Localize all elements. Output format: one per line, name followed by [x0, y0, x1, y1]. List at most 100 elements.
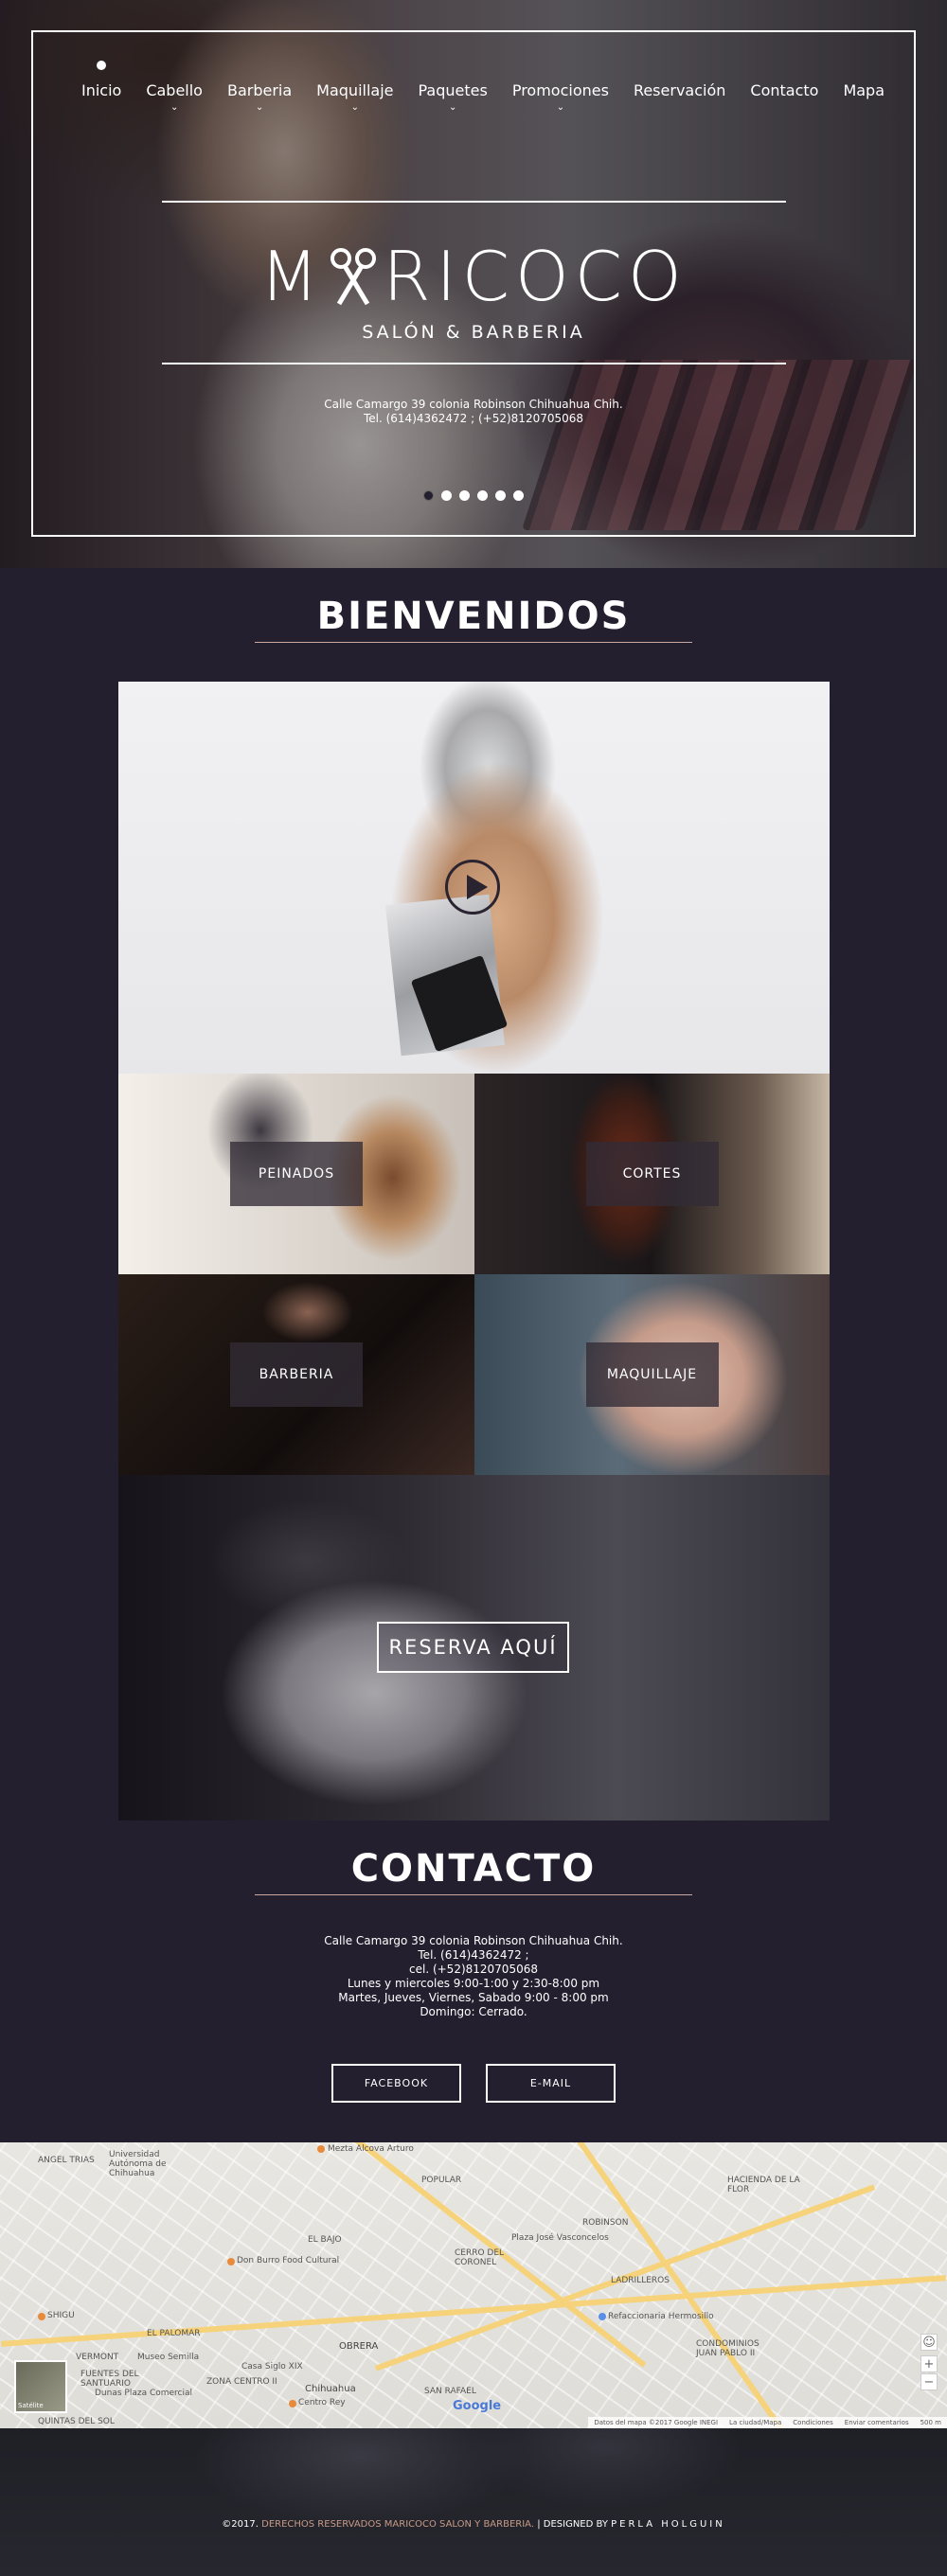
title-underline: [255, 642, 692, 643]
contact-line: Lunes y miercoles 9:00-1:00 y 2:30-8:00 …: [347, 1977, 600, 1990]
copyright-text: DERECHOS RESERVADOS MARICOCO SALON Y BAR…: [261, 2519, 535, 2530]
brand-logo: M RICOCO: [0, 237, 947, 316]
nav-item-maquillaje[interactable]: Maquillaje ⌄: [304, 81, 405, 113]
nav-item-paquetes[interactable]: Paquetes ⌄: [406, 81, 500, 113]
satellite-toggle[interactable]: Satélite: [14, 2360, 67, 2413]
service-label: PEINADOS: [230, 1142, 363, 1206]
contact-buttons: FACEBOOK E-MAIL: [0, 2064, 947, 2103]
title-text: CONTACTO: [350, 1847, 597, 1891]
zoom-out-button[interactable]: −: [920, 2373, 938, 2390]
play-icon[interactable]: [445, 860, 500, 915]
service-label: BARBERIA: [230, 1342, 363, 1407]
nav-label: Maquillaje: [316, 81, 394, 99]
zoom-in-button[interactable]: +: [920, 2355, 938, 2372]
map-label: OBRERA: [339, 2341, 379, 2352]
map-label: VERMONT: [76, 2353, 119, 2362]
nav-label: Reservación: [633, 81, 726, 99]
logo-text-end: RICOCO: [383, 237, 688, 316]
map-attribution: Datos del mapa ©2017 Google INEGI La ciu…: [588, 2417, 947, 2428]
nav-item-promociones[interactable]: Promociones ⌄: [500, 81, 621, 113]
slider-dot[interactable]: [477, 490, 488, 501]
map-label: Dunas Plaza Comercial: [95, 2389, 193, 2398]
map-label: Casa Siglo XIX: [241, 2362, 303, 2372]
email-button[interactable]: E-MAIL: [486, 2064, 616, 2103]
section-title: BIENVENIDOS: [0, 568, 947, 643]
attribution-link[interactable]: Enviar comentarios: [845, 2419, 909, 2426]
site-footer: ©2017. DERECHOS RESERVADOS MARICOCO SALO…: [0, 2428, 947, 2576]
nav-item-reservacion[interactable]: Reservación: [621, 81, 738, 99]
facebook-button[interactable]: FACEBOOK: [331, 2064, 461, 2103]
welcome-section: BIENVENIDOS PEINADOS CORTES BARBERIA MAQ…: [0, 568, 947, 1821]
service-tile-maquillaje[interactable]: MAQUILLAJE: [474, 1274, 830, 1475]
contact-line: Tel. (614)4362472 ;: [418, 1948, 529, 1962]
map-label: Museo Semilla: [137, 2353, 200, 2362]
service-tile-cortes[interactable]: CORTES: [474, 1074, 830, 1274]
section-title: CONTACTO: [0, 1821, 947, 1895]
service-tile-peinados[interactable]: PEINADOS: [118, 1074, 474, 1274]
nav-item-inicio[interactable]: Inicio: [69, 61, 134, 99]
slider-dot[interactable]: [513, 490, 524, 501]
map-scale: 500 m: [920, 2419, 941, 2426]
reservation-banner: RESERVA AQUÍ: [118, 1475, 830, 1821]
reserve-button[interactable]: RESERVA AQUÍ: [377, 1622, 569, 1673]
nav-item-contacto[interactable]: Contacto: [738, 81, 831, 99]
map-pin-icon: [289, 2400, 296, 2407]
map-label: Centro Rey: [298, 2398, 346, 2407]
nav-item-mapa[interactable]: Mapa: [831, 81, 897, 99]
contact-line: Calle Camargo 39 colonia Robinson Chihua…: [324, 1934, 623, 1947]
map-road: [1, 2275, 946, 2347]
title-underline: [255, 1894, 692, 1895]
hero-slider: Inicio Cabello ⌄ Barberia ⌄ Maquillaje ⌄…: [0, 0, 947, 568]
map-pegman-icon[interactable]: ☺: [920, 2334, 938, 2351]
hero-divider-bottom: [162, 363, 786, 364]
map-label: Mezta Alcova Arturo: [328, 2144, 414, 2154]
services-grid: PEINADOS CORTES BARBERIA MAQUILLAJE: [118, 1074, 830, 1475]
slider-dot[interactable]: [441, 490, 452, 501]
map-label: CONDOMINIOS JUAN PABLO II: [696, 2339, 759, 2358]
copyright-year: ©2017.: [222, 2519, 259, 2530]
service-label: MAQUILLAJE: [585, 1342, 719, 1407]
map-pin-icon: [38, 2313, 45, 2320]
video-player[interactable]: [118, 682, 830, 1074]
map-label: Refaccionaria Hermosillo: [608, 2312, 714, 2321]
hero-address: Calle Camargo 39 colonia Robinson Chihua…: [0, 398, 947, 426]
map-label: FUENTES DEL SANTUARIO: [80, 2370, 139, 2389]
map-label: Don Burro Food Cultural: [237, 2256, 340, 2265]
phone-line: Tel. (614)4362472 ; (+52)8120705068: [363, 412, 584, 425]
map-label: Universidad Autónoma de Chihuahua: [109, 2150, 167, 2178]
slider-dot[interactable]: [459, 490, 470, 501]
location-map[interactable]: Universidad Autónoma de Chihuahua ANGEL …: [0, 2142, 947, 2428]
map-label: ROBINSON: [582, 2218, 629, 2228]
chevron-down-icon: ⌄: [255, 102, 264, 113]
service-tile-barberia[interactable]: BARBERIA: [118, 1274, 474, 1475]
attribution-link[interactable]: Condiciones: [793, 2419, 832, 2426]
map-pin-icon: [599, 2313, 606, 2320]
attribution-link[interactable]: La ciudad/Mapa: [729, 2419, 781, 2426]
active-indicator: [97, 61, 107, 70]
map-label: SAN RAFAEL: [424, 2387, 476, 2396]
service-label: CORTES: [585, 1142, 719, 1206]
chevron-down-icon: ⌄: [556, 102, 565, 113]
title-text: BIENVENIDOS: [316, 595, 631, 638]
contact-line: Martes, Jueves, Viernes, Sabado 9:00 - 8…: [338, 1991, 609, 2004]
scissors-icon: [324, 242, 383, 306]
chevron-down-icon: ⌄: [350, 102, 360, 113]
brand-tagline: SALÓN & BARBERIA: [362, 322, 585, 343]
chevron-down-icon: ⌄: [170, 102, 179, 113]
contact-section: CONTACTO Calle Camargo 39 colonia Robins…: [0, 1821, 947, 2103]
nav-label: Paquetes: [418, 81, 488, 99]
nav-item-barberia[interactable]: Barberia ⌄: [215, 81, 304, 113]
nav-item-cabello[interactable]: Cabello ⌄: [134, 81, 215, 113]
slider-dot[interactable]: [423, 490, 434, 501]
map-label: Plaza José Vasconcelos: [511, 2233, 609, 2243]
map-label: HACIENDA DE LA FLOR: [727, 2176, 800, 2194]
map-label: EL PALOMAR: [147, 2329, 201, 2338]
map-pin-icon: [227, 2258, 235, 2265]
main-nav: Inicio Cabello ⌄ Barberia ⌄ Maquillaje ⌄…: [57, 0, 909, 113]
slider-dot[interactable]: [495, 490, 506, 501]
footer-copyright: ©2017. DERECHOS RESERVADOS MARICOCO SALO…: [0, 2519, 947, 2530]
designed-by-label: DESIGNED BY: [543, 2519, 608, 2530]
map-label: POPULAR: [421, 2176, 462, 2185]
logo-text-start: M: [259, 237, 325, 316]
map-pin-icon: [317, 2145, 325, 2153]
